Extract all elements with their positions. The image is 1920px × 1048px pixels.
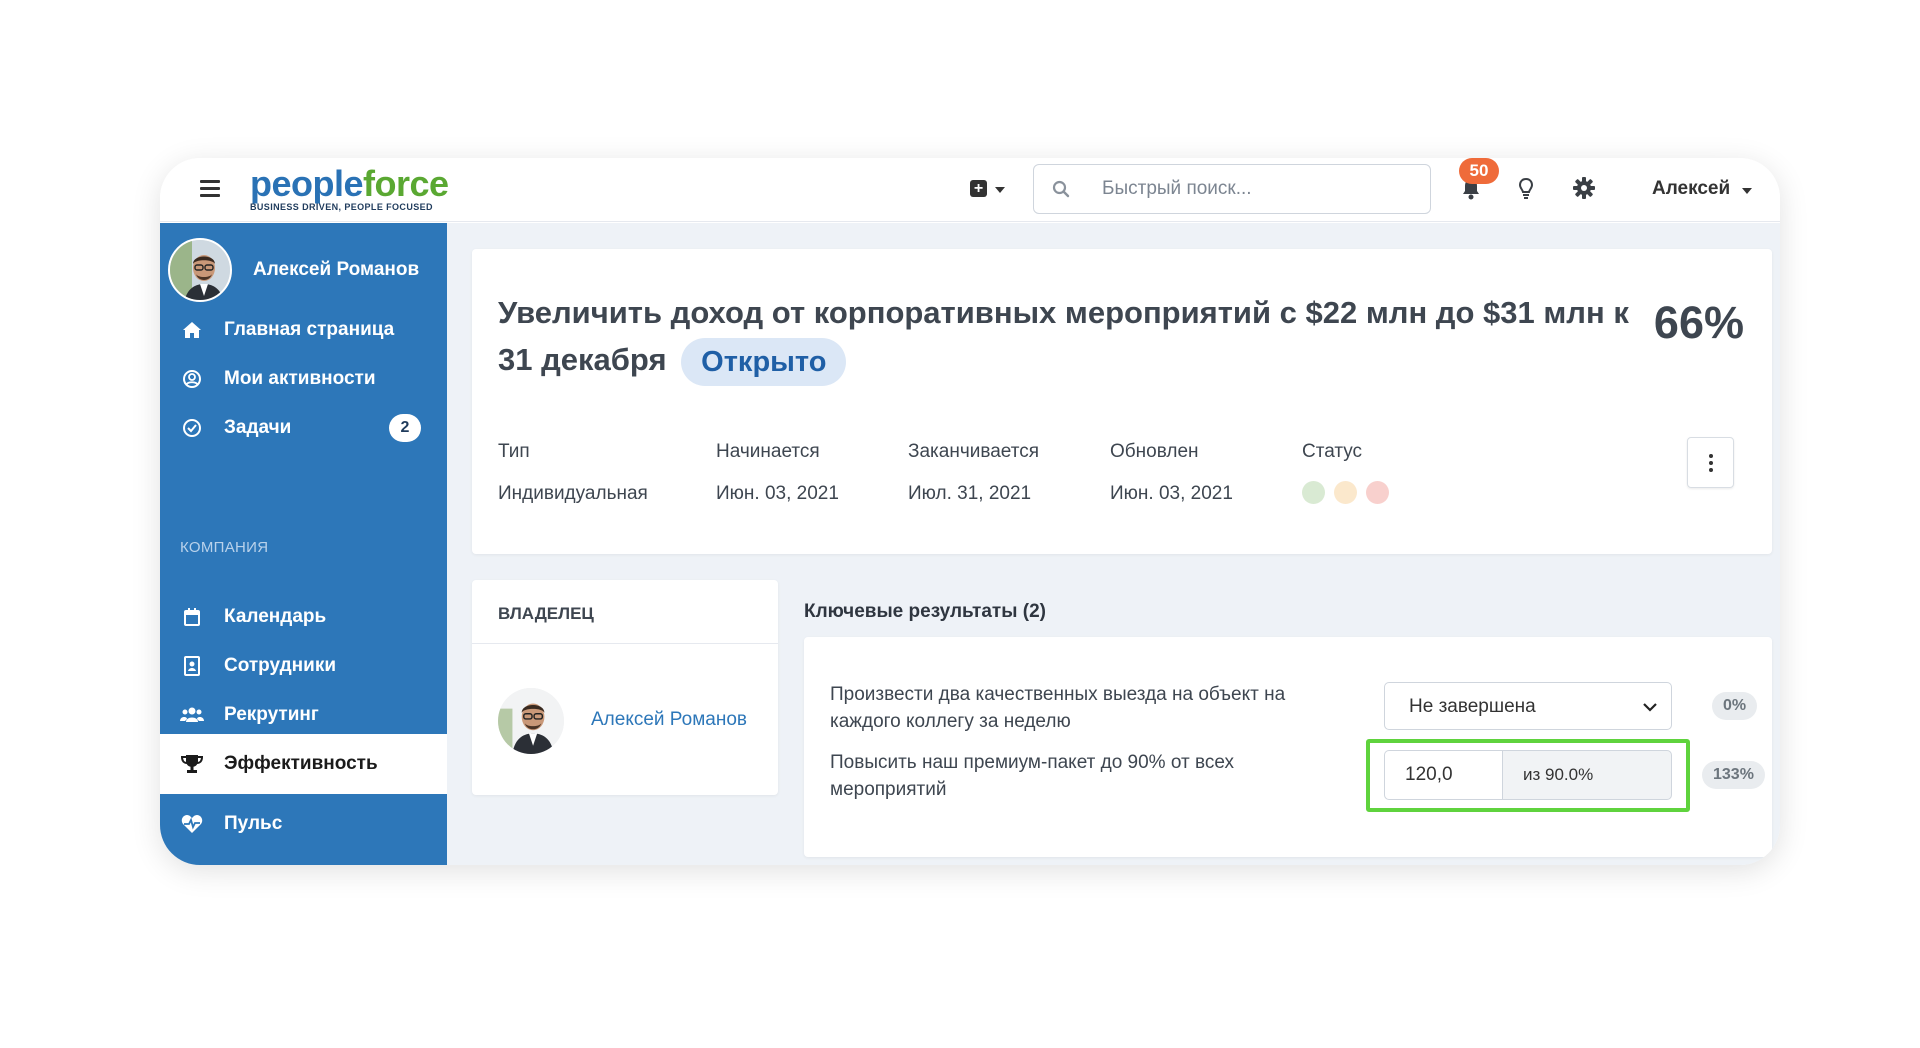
logo-people: people: [250, 163, 364, 204]
sidebar-item-label: Рекрутинг: [224, 704, 319, 725]
user-menu[interactable]: Алексей: [1652, 178, 1753, 200]
owner-heading: ВЛАДЕЛЕЦ: [498, 604, 594, 623]
avatar: [168, 238, 232, 302]
users-icon: [180, 706, 204, 724]
user-menu-label: Алексей: [1652, 178, 1731, 199]
meta-type: Тип Индивидуальная: [498, 441, 648, 505]
meta-value: Июн. 03, 2021: [1110, 483, 1233, 504]
id-card-icon: [180, 656, 204, 676]
key-results-title: Ключевые результаты (2): [804, 601, 1046, 622]
logo-force: force: [363, 163, 449, 204]
meta-value: Июл. 31, 2021: [908, 483, 1032, 504]
chevron-down-icon: [1643, 699, 1657, 717]
meta-end: Заканчивается Июл. 31, 2021: [908, 441, 1039, 505]
sidebar: Алексей Романов Главная страница Мои акт…: [160, 223, 447, 865]
heartbeat-icon: [180, 814, 204, 834]
top-bar: peopleforce BUSINESS DRIVEN, PEOPLE FOCU…: [160, 158, 1780, 222]
sidebar-item-label: Задачи: [224, 417, 292, 438]
chevron-down-icon: [995, 187, 1005, 193]
add-icon: +: [970, 180, 987, 197]
key-result-status-select[interactable]: Не завершена: [1384, 682, 1672, 730]
key-results-card: Произвести два качественных выезда на об…: [804, 637, 1772, 857]
objective-title-text: Увеличить доход от корпоративных меропри…: [498, 295, 1629, 377]
notification-count-badge[interactable]: 50: [1459, 158, 1499, 184]
meta-label: Статус: [1302, 441, 1363, 462]
meta-label: Тип: [498, 441, 530, 462]
logo[interactable]: peopleforce BUSINESS DRIVEN, PEOPLE FOCU…: [250, 163, 449, 213]
lightbulb-icon[interactable]: [1518, 177, 1534, 206]
user-circle-icon: [180, 369, 204, 389]
sidebar-item-label: Календарь: [224, 606, 327, 627]
key-result-text: Повысить наш премиум-пакет до 90% от все…: [830, 752, 1235, 800]
app-window: peopleforce BUSINESS DRIVEN, PEOPLE FOCU…: [160, 158, 1780, 865]
trophy-icon: [180, 754, 204, 774]
objective-title: Увеличить доход от корпоративных меропри…: [498, 289, 1638, 386]
meta-value: Июн. 03, 2021: [716, 483, 839, 504]
status-dot-yellow[interactable]: [1334, 481, 1357, 504]
meta-updated: Обновлен Июн. 03, 2021: [1110, 441, 1233, 505]
add-button[interactable]: +: [970, 180, 1005, 197]
meta-label: Заканчивается: [908, 441, 1040, 462]
sidebar-item-label: Пульс: [224, 813, 283, 834]
gear-icon[interactable]: [1573, 177, 1595, 204]
sidebar-item-tasks[interactable]: Задачи 2: [160, 398, 447, 458]
logo-tagline: BUSINESS DRIVEN, PEOPLE FOCUSED: [250, 202, 433, 212]
key-result-target-suffix: из 90.0%: [1502, 750, 1672, 800]
search-icon: [1052, 180, 1070, 203]
status-badge[interactable]: Открыто: [681, 337, 847, 386]
meta-label: Обновлен: [1110, 441, 1199, 462]
home-icon: [180, 321, 204, 339]
status-selector: [1302, 481, 1389, 504]
sidebar-item-label: Главная страница: [224, 319, 395, 340]
more-options-button[interactable]: [1687, 437, 1734, 488]
sidebar-item-label: Сотрудники: [224, 655, 337, 676]
key-result-percent-badge: 0%: [1712, 692, 1758, 720]
sidebar-section-company: КОМПАНИЯ: [180, 539, 269, 556]
select-value: Не завершена: [1409, 696, 1536, 717]
chevron-down-icon: [1742, 187, 1753, 194]
main-content: Увеличить доход от корпоративных меропри…: [447, 223, 1780, 865]
tasks-count-badge: 2: [389, 414, 421, 442]
sidebar-item-performance[interactable]: Эффективность: [160, 734, 447, 794]
key-result-text: Произвести два качественных выезда на об…: [830, 684, 1286, 732]
key-result-percent-badge: 133%: [1702, 761, 1765, 789]
menu-icon[interactable]: [200, 180, 220, 198]
status-dot-green[interactable]: [1302, 481, 1325, 504]
meta-value: Индивидуальная: [498, 483, 648, 504]
objective-card: Увеличить доход от корпоративных меропри…: [472, 249, 1772, 554]
status-dot-red[interactable]: [1366, 481, 1389, 504]
owner-name-link[interactable]: Алексей Романов: [591, 709, 747, 731]
check-circle-icon: [180, 418, 204, 438]
sidebar-item-label: Мои активности: [224, 368, 376, 389]
avatar[interactable]: [498, 688, 564, 754]
meta-start: Начинается Июн. 03, 2021: [716, 441, 839, 505]
meta-status: Статус: [1302, 441, 1389, 504]
objective-progress-percent: 66%: [1653, 297, 1744, 348]
profile-name: Алексей Романов: [253, 259, 420, 280]
search-input[interactable]: [1102, 165, 1422, 213]
sidebar-item-label: Эффективность: [224, 753, 378, 774]
owner-card: ВЛАДЕЛЕЦ Алексей Романов: [472, 580, 778, 795]
calendar-icon: [180, 607, 204, 627]
search-box[interactable]: [1033, 164, 1431, 214]
sidebar-profile[interactable]: Алексей Романов: [168, 238, 419, 302]
sidebar-item-pulse[interactable]: Пульс: [160, 794, 447, 854]
key-result-value-input[interactable]: [1384, 750, 1502, 800]
divider: [472, 643, 778, 644]
meta-label: Начинается: [716, 441, 820, 462]
